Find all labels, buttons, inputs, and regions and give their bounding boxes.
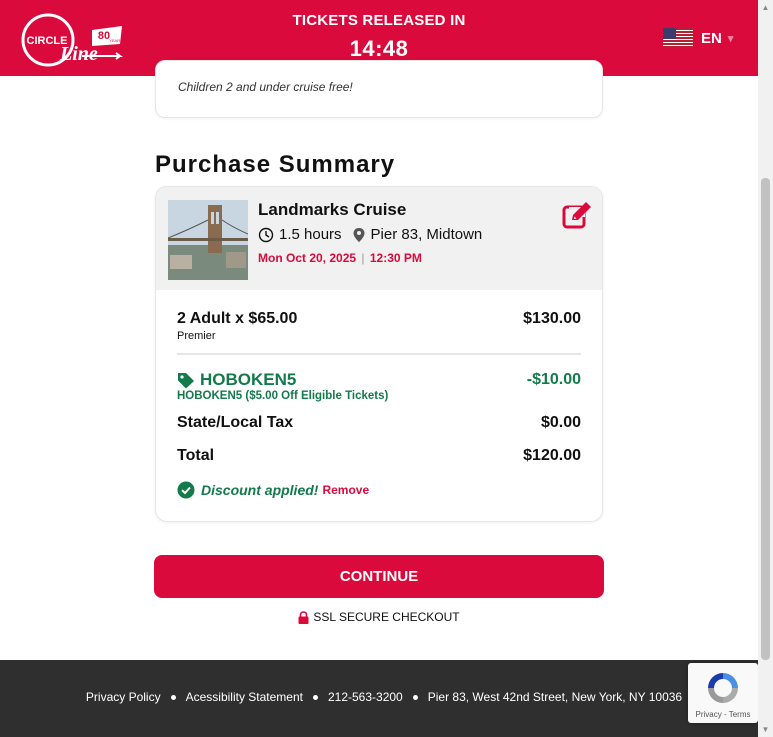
tour-date: Mon Oct 20, 2025 — [258, 251, 357, 265]
tour-header: Landmarks Cruise 1.5 hours Pier 83, Midt… — [156, 187, 602, 290]
total-value: $120.00 — [523, 447, 581, 464]
chevron-down-icon: ▾ — [727, 32, 734, 45]
tax-label: State/Local Tax — [177, 414, 294, 431]
footer-separator — [312, 694, 318, 700]
ssl-label: SSL SECURE CHECKOUT — [313, 610, 460, 624]
tour-meta: 1.5 hours Pier 83, Midtown — [258, 226, 482, 243]
promo-code: HOBOKEN5 — [200, 370, 297, 389]
footer-link-address[interactable]: Pier 83, West 42nd Street, New York, NY … — [428, 690, 682, 704]
tour-duration: 1.5 hours — [279, 226, 342, 243]
remove-discount-link[interactable]: Remove — [322, 483, 369, 497]
language-selector[interactable]: EN ▾ — [663, 27, 733, 49]
location-pin-icon — [353, 227, 365, 242]
us-flag-icon — [663, 28, 693, 48]
timer-label: TICKETS RELEASED IN — [292, 12, 466, 29]
check-circle-icon — [177, 481, 195, 499]
footer-separator — [412, 694, 418, 700]
total-label: Total — [177, 447, 215, 464]
line-item-value: $130.00 — [523, 310, 581, 327]
edit-icon[interactable] — [560, 200, 594, 230]
scrollbar-thumb[interactable] — [761, 178, 770, 660]
purchase-summary-card: Landmarks Cruise 1.5 hours Pier 83, Midt… — [155, 186, 603, 522]
promo-description: HOBOKEN5 ($5.00 Off Eligible Tickets) — [177, 390, 389, 402]
discount-applied-text: Discount applied! — [201, 482, 319, 498]
recaptcha-badge[interactable]: Privacy - Terms — [688, 663, 758, 723]
tour-thumbnail — [168, 200, 248, 280]
tax-value: $0.00 — [540, 414, 581, 431]
clock-icon — [258, 227, 274, 242]
date-separator: | — [361, 251, 365, 265]
footer-link-phone[interactable]: 212-563-3200 — [328, 690, 403, 704]
scroll-down-arrow-icon[interactable]: ▼ — [758, 722, 773, 737]
tag-icon — [178, 372, 194, 388]
promo-value: -$10.00 — [526, 371, 581, 388]
footer-link-accessibility[interactable]: Acessibility Statement — [186, 690, 303, 704]
footer-links: Privacy Policy Acessibility Statement 21… — [0, 690, 768, 704]
tour-name: Landmarks Cruise — [258, 200, 407, 219]
tour-datetime: Mon Oct 20, 2025 | 12:30 PM — [258, 251, 422, 265]
scroll-up-arrow-icon[interactable]: ▲ — [758, 0, 773, 15]
recaptcha-icon — [708, 673, 738, 703]
promo-row: HOBOKEN5 — [177, 370, 296, 390]
lock-icon — [298, 610, 309, 624]
summary-divider — [177, 353, 581, 355]
line-item-label: 2 Adult x $65.00 — [177, 310, 298, 327]
line-item-tier: Premier — [177, 330, 216, 342]
footer-separator — [170, 694, 176, 700]
tour-location: Pier 83, Midtown — [370, 226, 483, 243]
recaptcha-terms[interactable]: Privacy - Terms — [688, 710, 758, 719]
footer-link-privacy[interactable]: Privacy Policy — [86, 690, 161, 704]
discount-status: Discount applied! Remove — [177, 481, 369, 499]
language-label: EN — [701, 29, 722, 47]
page-scrollbar[interactable]: ▲ ▼ — [758, 0, 773, 737]
children-free-note: Children 2 and under cruise free! — [178, 80, 353, 94]
tour-time: 12:30 PM — [369, 251, 422, 265]
site-footer: Privacy Policy Acessibility Statement 21… — [0, 660, 758, 737]
purchase-summary-title: Purchase Summary — [155, 151, 396, 178]
countdown-timer: 14:48 — [349, 36, 409, 61]
ssl-secure-checkout: SSL SECURE CHECKOUT — [0, 610, 758, 624]
continue-button[interactable]: CONTINUE — [154, 555, 604, 598]
